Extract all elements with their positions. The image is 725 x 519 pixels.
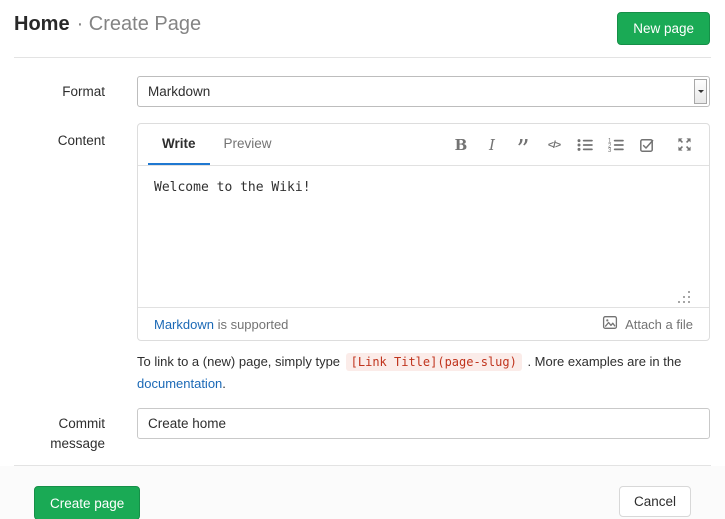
format-select-value: Markdown bbox=[148, 84, 210, 99]
documentation-link[interactable]: documentation bbox=[137, 376, 222, 391]
attach-image-icon bbox=[602, 315, 618, 333]
editor-footer: Markdown is supported Attach a file bbox=[138, 307, 709, 340]
editor-textarea[interactable]: Welcome to the Wiki! bbox=[138, 166, 709, 307]
cancel-button[interactable]: Cancel bbox=[619, 486, 691, 517]
page-title-subtitle: · Create Page bbox=[77, 13, 202, 35]
editor-tab-bar: Write Preview B I ” </> 123 bbox=[138, 124, 709, 166]
markdown-supported-text: is supported bbox=[214, 317, 288, 332]
format-label: Format bbox=[0, 82, 105, 102]
wiki-create-page: Home · Create Page New page Format Markdo… bbox=[0, 0, 725, 519]
attach-file-button[interactable]: Attach a file bbox=[602, 315, 693, 333]
task-list-icon[interactable] bbox=[638, 136, 656, 154]
link-help-text: To link to a (new) page, simply type [Li… bbox=[137, 351, 714, 394]
page-title-home: Home bbox=[14, 13, 70, 35]
format-select[interactable]: Markdown bbox=[137, 76, 710, 107]
bullet-list-icon[interactable] bbox=[576, 136, 594, 154]
tab-write[interactable]: Write bbox=[148, 124, 210, 165]
code-icon[interactable]: </> bbox=[545, 136, 563, 154]
commit-message-input[interactable] bbox=[137, 408, 710, 439]
help-text-after: . More examples are in the bbox=[524, 354, 682, 369]
new-page-button[interactable]: New page bbox=[617, 12, 710, 45]
footer-divider bbox=[14, 465, 711, 466]
italic-icon[interactable]: I bbox=[483, 136, 501, 154]
select-dropdown-arrow-icon bbox=[694, 79, 707, 104]
editor-toolbar: B I ” </> 123 bbox=[452, 124, 709, 165]
link-syntax-code: [Link Title](page-slug) bbox=[346, 353, 522, 371]
help-text-period: . bbox=[222, 376, 226, 391]
bold-icon[interactable]: B bbox=[452, 136, 470, 154]
numbered-list-icon[interactable]: 123 bbox=[607, 136, 625, 154]
quote-icon[interactable]: ” bbox=[514, 131, 532, 159]
markdown-help-link[interactable]: Markdown bbox=[154, 317, 214, 332]
attach-file-label: Attach a file bbox=[625, 317, 693, 332]
page-title: Home · Create Page bbox=[14, 13, 201, 36]
markdown-editor: Write Preview B I ” </> 123 bbox=[137, 123, 710, 341]
commit-message-label: Commit message bbox=[0, 414, 105, 454]
tab-preview[interactable]: Preview bbox=[210, 124, 286, 165]
content-label: Content bbox=[0, 131, 105, 151]
header-divider bbox=[14, 57, 711, 58]
create-page-button[interactable]: Create page bbox=[34, 486, 140, 519]
help-text-before: To link to a (new) page, simply type bbox=[137, 354, 344, 369]
editor-text: Welcome to the Wiki! bbox=[154, 180, 311, 195]
fullscreen-icon[interactable] bbox=[675, 136, 693, 154]
svg-text:3: 3 bbox=[608, 148, 612, 153]
resize-grip-icon[interactable] bbox=[678, 291, 691, 304]
